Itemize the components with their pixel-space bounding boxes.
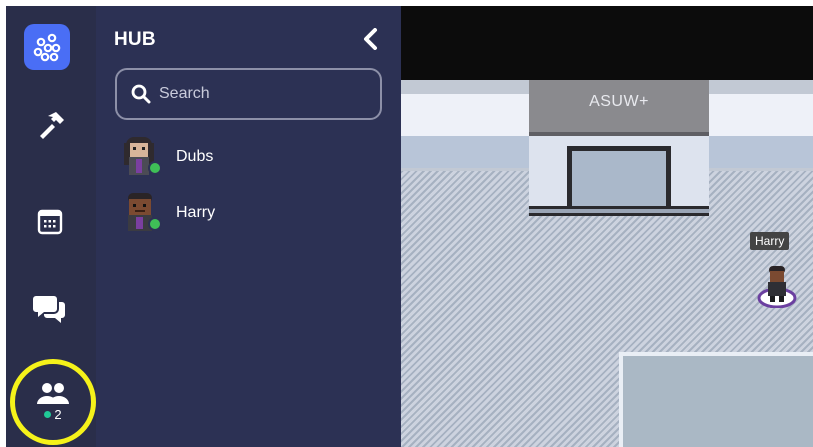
search-icon [131, 84, 151, 104]
online-status-dot [148, 161, 162, 175]
build-button[interactable] [24, 100, 76, 152]
online-count: 2 [44, 407, 62, 422]
wall-right-panel [709, 94, 813, 136]
entrance-sign-text: ASUW+ [589, 93, 649, 110]
calendar-icon [37, 209, 63, 235]
chat-icon [33, 296, 65, 323]
top-dark-area [401, 6, 813, 80]
player-sprite-icon [757, 266, 797, 309]
avatar [120, 191, 164, 235]
user-name: Harry [176, 204, 216, 221]
user-list-item[interactable]: Harry [120, 191, 380, 235]
collapse-panel-button[interactable] [358, 26, 382, 52]
hammer-icon [40, 112, 64, 139]
hub-panel: HUB Dubs [96, 6, 401, 447]
people-icon [37, 383, 69, 404]
player-avatar[interactable] [757, 262, 797, 309]
hub-logo-icon [33, 33, 61, 62]
online-count-value: 2 [54, 407, 62, 422]
floor-panel [619, 352, 813, 447]
hub-logo-button[interactable] [24, 24, 70, 70]
calendar-button[interactable] [24, 196, 76, 248]
game-world[interactable]: ASUW+ Harry [401, 6, 813, 447]
avatar [120, 135, 164, 179]
chat-button[interactable] [24, 282, 76, 334]
online-dot-icon [44, 411, 52, 418]
player-name-tag: Harry [750, 232, 790, 250]
wall-left-lower [401, 136, 529, 168]
online-status-dot [148, 217, 162, 231]
chevron-left-icon [364, 28, 377, 50]
wall-left-panel [401, 94, 529, 136]
wall-right-lower [709, 136, 813, 168]
people-button[interactable]: 2 [10, 359, 96, 445]
search-box[interactable] [115, 68, 382, 120]
panel-title: HUB [114, 29, 156, 50]
user-name: Dubs [176, 148, 214, 165]
search-input[interactable] [159, 85, 359, 103]
entrance-threshold [529, 206, 709, 216]
icon-rail: 2 [6, 6, 96, 447]
user-list-item[interactable]: Dubs [120, 135, 380, 179]
